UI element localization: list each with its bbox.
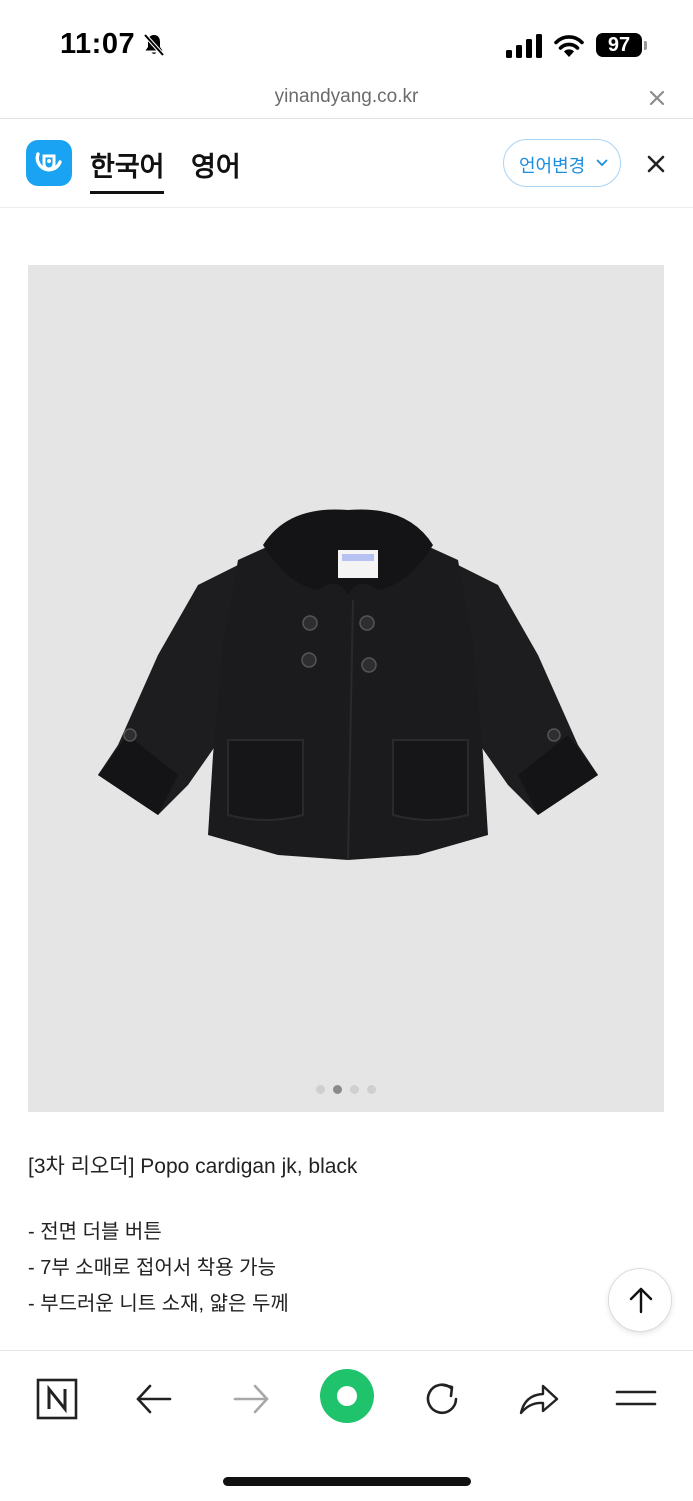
url-text[interactable]: yinandyang.co.kr bbox=[0, 86, 693, 108]
product-description-line: - 부드러운 니트 소재, 얇은 두께 bbox=[28, 1293, 289, 1315]
home-indicator[interactable] bbox=[223, 1477, 471, 1486]
status-bar: 11:07 97 bbox=[0, 0, 693, 88]
product-title: [3차 리오더] Popo cardigan jk, black bbox=[28, 1155, 358, 1178]
status-time: 11:07 bbox=[60, 28, 136, 60]
scroll-to-top-button[interactable] bbox=[608, 1268, 672, 1332]
gallery-dot-active[interactable] bbox=[333, 1085, 342, 1094]
tab-english[interactable]: 영어 bbox=[191, 145, 241, 184]
share-icon[interactable] bbox=[515, 1375, 563, 1423]
close-icon[interactable] bbox=[648, 89, 666, 107]
gallery-dot[interactable] bbox=[350, 1085, 359, 1094]
cellular-signal-icon bbox=[506, 34, 542, 58]
forward-arrow-icon[interactable] bbox=[227, 1375, 275, 1423]
product-description-line: - 전면 더블 버튼 bbox=[28, 1221, 162, 1243]
home-button[interactable] bbox=[320, 1369, 374, 1423]
product-image-gallery[interactable] bbox=[28, 265, 664, 1112]
tab-korean[interactable]: 한국어 bbox=[90, 145, 165, 184]
papago-logo-icon bbox=[26, 140, 72, 186]
gallery-dot[interactable] bbox=[367, 1085, 376, 1094]
wifi-icon bbox=[554, 35, 584, 57]
menu-icon[interactable] bbox=[612, 1375, 660, 1423]
product-description-line: - 7부 소매로 접어서 착용 가능 bbox=[28, 1257, 276, 1279]
gallery-dot[interactable] bbox=[316, 1085, 325, 1094]
change-language-label: 언어변경 bbox=[519, 156, 586, 176]
product-image-jacket bbox=[98, 509, 598, 861]
translate-bar: 한국어 영어 언어변경 bbox=[0, 119, 693, 208]
close-translate-icon[interactable] bbox=[646, 154, 666, 174]
battery-indicator: 97 bbox=[596, 33, 648, 59]
back-arrow-icon[interactable] bbox=[130, 1375, 178, 1423]
url-bar[interactable]: yinandyang.co.kr bbox=[0, 80, 693, 119]
battery-tip bbox=[644, 41, 647, 50]
arrow-up-icon bbox=[629, 1287, 653, 1314]
change-language-button[interactable]: 언어변경 bbox=[503, 139, 621, 187]
chevron-down-icon bbox=[596, 159, 608, 167]
naver-n-icon[interactable] bbox=[33, 1375, 81, 1423]
bell-muted-icon bbox=[143, 33, 165, 57]
gallery-pagination bbox=[28, 1081, 664, 1094]
reload-icon[interactable] bbox=[418, 1375, 466, 1423]
active-tab-indicator bbox=[90, 191, 164, 194]
home-icon bbox=[337, 1386, 357, 1406]
browser-toolbar bbox=[0, 1350, 693, 1501]
battery-level: 97 bbox=[607, 34, 631, 56]
papago-glyph-icon bbox=[35, 152, 62, 172]
